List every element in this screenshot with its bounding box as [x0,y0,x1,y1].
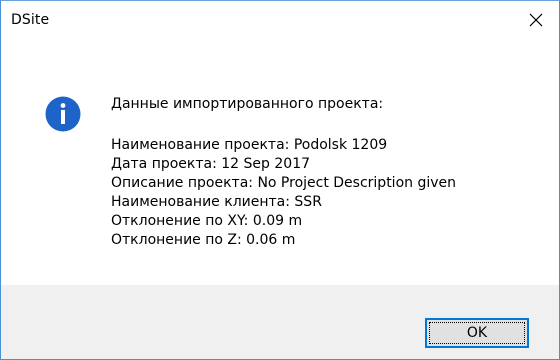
client-name-line: Наименование клиента: SSR [111,194,322,210]
dialog-footer: OK [1,285,559,359]
project-name-line: Наименование проекта: Podolsk 1209 [111,137,388,153]
dialog-content: Данные импортированного проекта: Наимено… [1,39,559,285]
ok-button-label: OK [466,325,488,341]
message-text: Данные импортированного проекта: Наимено… [111,95,456,250]
xy-deviation-line: Отклонение по XY: 0.09 m [111,213,303,229]
info-icon [45,96,81,132]
project-date-line: Дата проекта: 12 Sep 2017 [111,156,311,172]
ok-button[interactable]: OK [425,318,529,348]
title-bar[interactable]: DSite [1,1,559,39]
project-description-line: Описание проекта: No Project Description… [111,175,457,191]
message-heading: Данные импортированного проекта: [111,96,384,112]
z-deviation-line: Отклонение по Z: 0.06 m [111,232,296,248]
close-icon [529,13,543,27]
close-button[interactable] [513,1,559,39]
window-title: DSite [11,12,50,28]
dialog-window: DSite Данные импортированного проекта: Н… [0,0,560,360]
